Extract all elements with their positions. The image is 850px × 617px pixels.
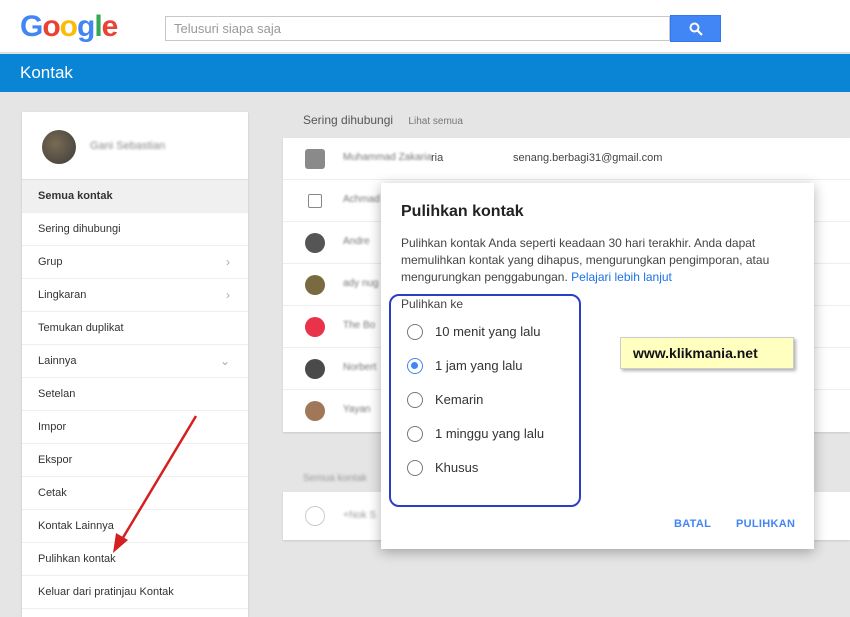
- app-title: Kontak: [20, 63, 73, 82]
- logo-letter: l: [94, 10, 102, 43]
- sidebar-item-more[interactable]: Lainnya ⌄: [22, 345, 248, 378]
- sidebar-item-duplicates[interactable]: Temukan duplikat: [22, 312, 248, 345]
- sidebar-item-label: Grup: [38, 256, 63, 268]
- search-input[interactable]: Telusuri siapa saja: [165, 16, 670, 41]
- chevron-right-icon: ›: [226, 255, 230, 269]
- list-item[interactable]: Muhammad Zakaria ria senang.berbagi31@gm…: [283, 138, 850, 180]
- dialog-title: Pulihkan kontak: [401, 203, 524, 220]
- profile-name-blurred: Gani Sebastian: [90, 140, 166, 152]
- search-button[interactable]: [670, 15, 721, 42]
- avatar: [305, 233, 325, 253]
- avatar: [42, 130, 76, 164]
- annotation-highlight-box: [389, 294, 581, 507]
- logo-letter: G: [20, 10, 43, 43]
- contact-name-blurred: Achmad: [343, 194, 380, 205]
- section-title-blurred: Semua kontak: [303, 473, 367, 484]
- contact-name-blurred: Muhammad Zakaria: [343, 152, 432, 163]
- sidebar-item-exit-preview[interactable]: Keluar dari pratinjau Kontak: [22, 576, 248, 609]
- sidebar-item-label: Setelan: [38, 388, 76, 400]
- sidebar-item-export[interactable]: Ekspor: [22, 444, 248, 477]
- learn-more-link[interactable]: Pelajari lebih lanjut: [571, 270, 672, 284]
- sidebar-item-label: Temukan duplikat: [38, 322, 124, 334]
- contact-name-blurred: ady nug: [343, 278, 379, 289]
- sidebar-item-print[interactable]: Cetak: [22, 477, 248, 510]
- checkbox-icon[interactable]: [308, 194, 322, 208]
- sidebar-item-label: Kontak Lainnya: [38, 520, 114, 532]
- avatar: [305, 401, 325, 421]
- contact-name-blurred: The Bo: [343, 320, 376, 331]
- cancel-button[interactable]: BATAL: [674, 518, 711, 530]
- contact-name-blurred: Norbert: [343, 362, 377, 373]
- app-bar: Kontak: [0, 54, 850, 92]
- avatar: [305, 359, 325, 379]
- see-all-link[interactable]: Lihat semua: [408, 116, 462, 127]
- contact-email: senang.berbagi31@gmail.com: [513, 152, 663, 164]
- profile-section[interactable]: Gani Sebastian: [22, 112, 248, 180]
- contact-name-blurred: Andre: [343, 236, 370, 247]
- contact-name-blurred: +Nok S: [343, 510, 377, 521]
- sidebar-item-label: Keluar dari pratinjau Kontak: [38, 586, 174, 598]
- avatar: [305, 506, 325, 526]
- sidebar-item-label: Lingkaran: [38, 289, 87, 301]
- sidebar-item-frequent[interactable]: Sering dihubungi: [22, 213, 248, 246]
- sidebar-item-label: Impor: [38, 421, 67, 433]
- sidebar-item-circles[interactable]: Lingkaran ›: [22, 279, 248, 312]
- google-logo[interactable]: Google: [20, 10, 119, 44]
- contact-name-suffix: ria: [431, 152, 444, 164]
- watermark-label: www.klikmania.net: [620, 337, 794, 369]
- top-header: Google Telusuri siapa saja: [0, 0, 850, 53]
- sidebar-item-label: Sering dihubungi: [38, 223, 121, 235]
- sidebar-item-label: Cetak: [38, 487, 67, 499]
- logo-letter: o: [42, 10, 60, 43]
- section-title: Sering dihubungi: [303, 113, 394, 127]
- restore-button[interactable]: PULIHKAN: [736, 518, 795, 530]
- sidebar: Gani Sebastian Semua kontak Sering dihub…: [22, 112, 248, 617]
- dialog-description: Pulihkan kontak Anda seperti keadaan 30 …: [401, 235, 801, 286]
- contact-name-blurred: Yayan: [343, 404, 371, 415]
- logo-letter: e: [101, 10, 119, 43]
- chevron-right-icon: ›: [226, 288, 230, 302]
- sidebar-item-other-contacts[interactable]: Kontak Lainnya: [22, 510, 248, 543]
- avatar: [305, 275, 325, 295]
- chevron-down-icon: ⌄: [219, 354, 230, 368]
- logo-letter: o: [59, 10, 78, 43]
- avatar: [305, 149, 325, 169]
- sidebar-item-all-contacts[interactable]: Semua kontak: [22, 180, 248, 213]
- sidebar-item-label: Pulihkan kontak: [38, 553, 116, 565]
- avatar: [305, 317, 325, 337]
- sidebar-item-label: Ekspor: [38, 454, 73, 466]
- search-icon: [689, 22, 703, 36]
- sidebar-item-settings[interactable]: Setelan: [22, 378, 248, 411]
- logo-letter: g: [77, 10, 95, 43]
- sidebar-item-label: Lainnya: [38, 355, 77, 367]
- sidebar-item-label: Semua kontak: [38, 190, 113, 202]
- sidebar-item-groups[interactable]: Grup ›: [22, 246, 248, 279]
- sidebar-item-import[interactable]: Impor: [22, 411, 248, 444]
- sidebar-item-restore-contacts[interactable]: Pulihkan kontak: [22, 543, 248, 576]
